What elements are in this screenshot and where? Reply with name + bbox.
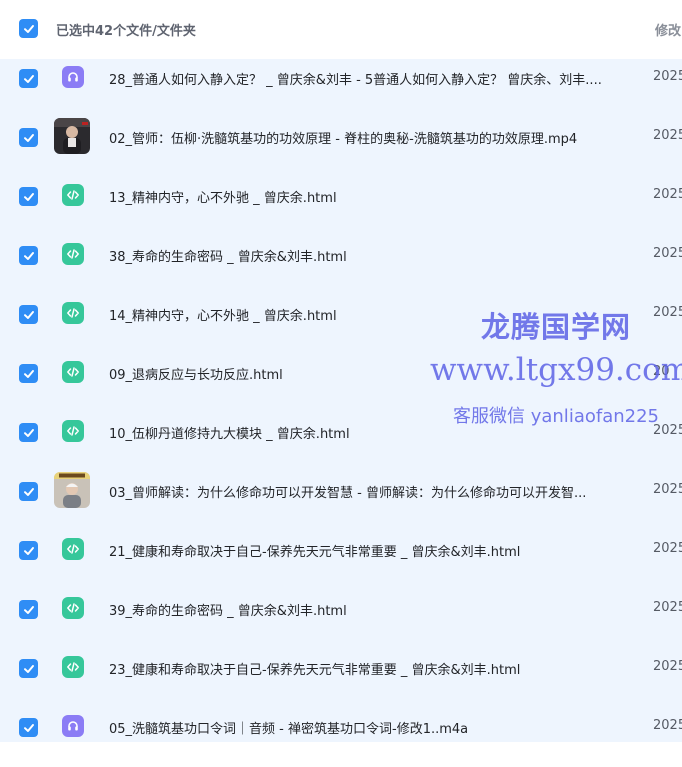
- html-file-icon: [62, 597, 84, 619]
- checkmark-icon: [23, 24, 34, 33]
- row-checkbox[interactable]: [19, 364, 38, 383]
- checkmark-icon: [23, 723, 34, 732]
- html-file-icon: [62, 184, 84, 206]
- checkmark-icon: [23, 251, 34, 260]
- file-row[interactable]: 38_寿命的生命密码 _ 曾庆余&刘丰.html 2025: [0, 236, 682, 295]
- file-modified-date: 2025: [653, 423, 682, 438]
- html-file-icon: [62, 420, 84, 442]
- checkmark-icon: [23, 605, 34, 614]
- checkmark-icon: [23, 664, 34, 673]
- checkmark-icon: [23, 310, 34, 319]
- audio-icon: [62, 66, 84, 88]
- html-file-icon: [62, 656, 84, 678]
- video-thumbnail: [54, 118, 90, 154]
- file-row[interactable]: 05_洗髓筑基功口令词｜音频 - 禅密筑基功口令词-修改1..m4a 2025: [0, 708, 682, 767]
- file-name[interactable]: 13_精神内守，心不外驰 _ 曾庆余.html: [109, 187, 629, 206]
- row-checkbox[interactable]: [19, 128, 38, 147]
- checkmark-icon: [23, 487, 34, 496]
- html-file-icon: [62, 243, 84, 265]
- file-row[interactable]: 09_退病反应与长功反应.html 20: [0, 354, 682, 413]
- row-checkbox[interactable]: [19, 305, 38, 324]
- html-file-icon: [62, 361, 84, 383]
- file-row[interactable]: 23_健康和寿命取决于自己-保养先天元气非常重要 _ 曾庆余&刘丰.html 2…: [0, 649, 682, 708]
- file-modified-date: 2025: [653, 482, 682, 497]
- file-modified-date: 2025: [653, 600, 682, 615]
- file-name[interactable]: 14_精神内守，心不外驰 _ 曾庆余.html: [109, 305, 629, 324]
- audio-icon: [62, 715, 84, 737]
- file-name[interactable]: 09_退病反应与长功反应.html: [109, 364, 629, 383]
- file-row[interactable]: 39_寿命的生命密码 _ 曾庆余&刘丰.html 2025: [0, 590, 682, 649]
- row-checkbox[interactable]: [19, 246, 38, 265]
- file-name[interactable]: 23_健康和寿命取决于自己-保养先天元气非常重要 _ 曾庆余&刘丰.html: [109, 659, 629, 678]
- file-row[interactable]: 10_伍柳丹道修持九大模块 _ 曾庆余.html 2025: [0, 413, 682, 472]
- file-modified-date: 2025: [653, 69, 682, 84]
- row-checkbox[interactable]: [19, 423, 38, 442]
- html-file-icon: [62, 302, 84, 324]
- file-name[interactable]: 02_管师：伍柳·洗髓筑基功的功效原理 - 脊柱的奥秘-洗髓筑基功的功效原理.m…: [109, 128, 629, 147]
- file-modified-date: 20: [653, 364, 670, 379]
- checkmark-icon: [23, 369, 34, 378]
- html-file-icon: [62, 538, 84, 560]
- modified-column-header[interactable]: 修改: [655, 20, 681, 39]
- file-row[interactable]: 14_精神内守，心不外驰 _ 曾庆余.html 2025: [0, 295, 682, 354]
- file-row[interactable]: 02_管师：伍柳·洗髓筑基功的功效原理 - 脊柱的奥秘-洗髓筑基功的功效原理.m…: [0, 118, 682, 177]
- row-checkbox[interactable]: [19, 600, 38, 619]
- row-checkbox[interactable]: [19, 187, 38, 206]
- file-name[interactable]: 05_洗髓筑基功口令词｜音频 - 禅密筑基功口令词-修改1..m4a: [109, 718, 629, 737]
- file-row[interactable]: 28_普通人如何入静入定？ _ 曾庆余&刘丰 - 5普通人如何入静入定？ 曾庆余…: [0, 59, 682, 118]
- file-modified-date: 2025: [653, 718, 682, 733]
- file-modified-date: 2025: [653, 246, 682, 261]
- file-name[interactable]: 03_曾师解读：为什么修命功可以开发智慧 - 曾师解读：为什么修命功可以开发智.…: [109, 482, 629, 501]
- file-name[interactable]: 10_伍柳丹道修持九大模块 _ 曾庆余.html: [109, 423, 629, 442]
- file-name[interactable]: 28_普通人如何入静入定？ _ 曾庆余&刘丰 - 5普通人如何入静入定？ 曾庆余…: [109, 69, 629, 88]
- row-checkbox[interactable]: [19, 659, 38, 678]
- file-row[interactable]: 13_精神内守，心不外驰 _ 曾庆余.html 2025: [0, 177, 682, 236]
- file-modified-date: 2025: [653, 659, 682, 674]
- file-name[interactable]: 21_健康和寿命取决于自己-保养先天元气非常重要 _ 曾庆余&刘丰.html: [109, 541, 629, 560]
- row-checkbox[interactable]: [19, 69, 38, 88]
- selection-count: 已选中42个文件/文件夹: [56, 24, 196, 39]
- file-name[interactable]: 39_寿命的生命密码 _ 曾庆余&刘丰.html: [109, 600, 629, 619]
- video-thumbnail: [54, 472, 90, 508]
- checkmark-icon: [23, 428, 34, 437]
- row-checkbox[interactable]: [19, 718, 38, 737]
- select-all-checkbox[interactable]: [19, 19, 38, 38]
- row-checkbox[interactable]: [19, 482, 38, 501]
- file-row[interactable]: 21_健康和寿命取决于自己-保养先天元气非常重要 _ 曾庆余&刘丰.html 2…: [0, 531, 682, 590]
- file-row[interactable]: 03_曾师解读：为什么修命功可以开发智慧 - 曾师解读：为什么修命功可以开发智.…: [0, 472, 682, 531]
- file-list: 28_普通人如何入静入定？ _ 曾庆余&刘丰 - 5普通人如何入静入定？ 曾庆余…: [0, 59, 682, 742]
- row-checkbox[interactable]: [19, 541, 38, 560]
- file-modified-date: 2025: [653, 187, 682, 202]
- checkmark-icon: [23, 133, 34, 142]
- file-modified-date: 2025: [653, 128, 682, 143]
- checkmark-icon: [23, 546, 34, 555]
- file-name[interactable]: 38_寿命的生命密码 _ 曾庆余&刘丰.html: [109, 246, 629, 265]
- file-list-header: 已选中42个文件/文件夹 修改: [0, 0, 682, 59]
- checkmark-icon: [23, 74, 34, 83]
- file-modified-date: 2025: [653, 541, 682, 556]
- checkmark-icon: [23, 192, 34, 201]
- file-modified-date: 2025: [653, 305, 682, 320]
